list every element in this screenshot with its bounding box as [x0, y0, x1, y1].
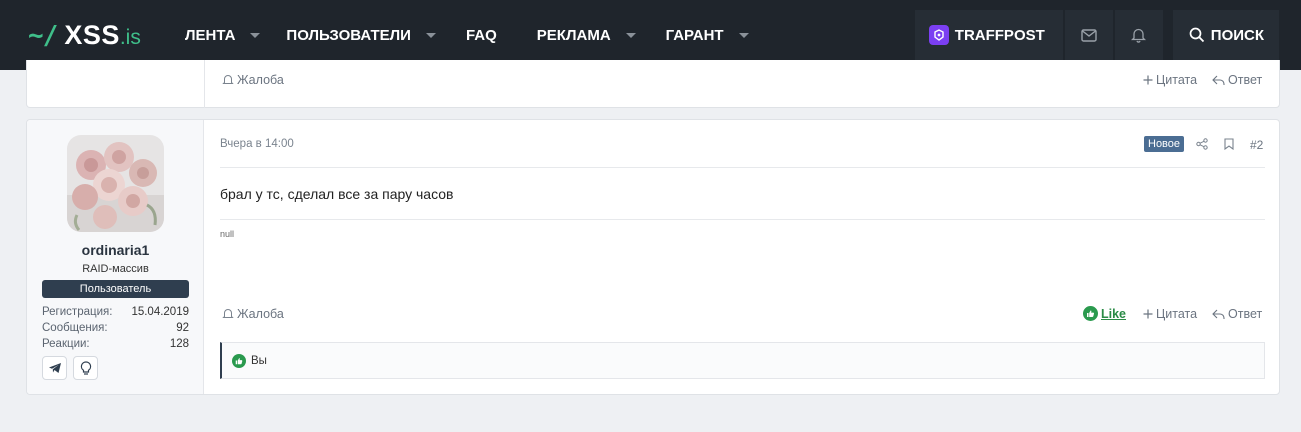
author-username[interactable]: ordinaria1: [27, 242, 204, 258]
navbar-right: TRAFFPOST ПОИСК: [914, 10, 1279, 60]
nav-item-label: ГАРАНТ: [665, 26, 724, 44]
reply-label: Ответ: [1228, 307, 1263, 321]
quote-label: Цитата: [1156, 73, 1198, 87]
stat-messages: Сообщения: 92: [42, 320, 189, 336]
sidebar-divider: [204, 60, 205, 108]
quote-button[interactable]: Цитата: [1143, 73, 1197, 87]
traffpost-icon: [928, 25, 949, 45]
new-badge: Новое: [1144, 136, 1185, 152]
bell-icon[interactable]: [1114, 10, 1163, 60]
reply-label: Ответ: [1228, 73, 1263, 87]
report-label: Жалоба: [237, 307, 284, 321]
bookmark-icon[interactable]: [1224, 137, 1234, 155]
stat-key: Сообщения:: [42, 322, 108, 334]
lightbulb-icon[interactable]: [73, 356, 98, 380]
reply-icon: [1212, 75, 1225, 85]
thumbs-up-icon: [232, 353, 246, 368]
post-message: брал у тс, сделал все за пару часов: [220, 186, 454, 202]
author-stats: Регистрация: 15.04.2019 Сообщения: 92 Ре…: [42, 304, 189, 352]
chevron-down-icon[interactable]: [625, 32, 636, 38]
reply-button[interactable]: Ответ: [1212, 73, 1262, 87]
reactions-text: Вы: [251, 354, 267, 367]
search-label: ПОИСК: [1210, 26, 1264, 44]
report-button[interactable]: Жалоба: [222, 307, 284, 321]
stat-reactions: Реакции: 128: [42, 336, 189, 352]
stat-value: 15.04.2019: [131, 306, 189, 318]
like-label: Like: [1101, 306, 1127, 321]
stat-key: Реакции:: [42, 338, 90, 350]
site-logo[interactable]: ~/ XSS .is: [28, 20, 176, 51]
search-icon: [1189, 27, 1204, 43]
post-card: ordinaria1 RAID-массив Пользователь Реги…: [26, 119, 1280, 395]
chevron-down-icon[interactable]: [425, 32, 436, 38]
bell-icon: [222, 309, 234, 318]
nav-item-label: РЕКЛАМА: [536, 26, 611, 44]
header-divider: [220, 167, 1265, 168]
reply-icon: [1212, 309, 1225, 319]
logo-tld: .is: [119, 25, 141, 49]
stat-registration: Регистрация: 15.04.2019: [42, 304, 189, 320]
post-signature: null: [220, 229, 235, 239]
logo-prefix: ~/: [28, 20, 58, 51]
telegram-icon[interactable]: [42, 356, 67, 380]
avatar[interactable]: [67, 135, 164, 232]
report-label: Жалоба: [237, 73, 284, 87]
post-date[interactable]: Вчера в 14:00: [220, 138, 294, 150]
like-button[interactable]: Like: [1083, 306, 1126, 321]
quote-button[interactable]: Цитата: [1143, 307, 1197, 321]
report-button[interactable]: Жалоба: [222, 73, 284, 87]
post-author-sidebar: ordinaria1 RAID-массив Пользователь Реги…: [27, 120, 204, 394]
stat-value: 128: [169, 338, 189, 350]
traffpost-link[interactable]: TRAFFPOST: [914, 10, 1063, 60]
plus-icon: [1143, 75, 1153, 85]
nav-item-label: ЛЕНТА: [185, 26, 236, 44]
plus-icon: [1143, 309, 1153, 319]
logo-name: XSS: [64, 19, 120, 50]
signature-divider: [220, 219, 1265, 220]
traffpost-label: TRAFFPOST: [954, 26, 1045, 44]
share-icon[interactable]: [1196, 137, 1208, 155]
stat-value: 92: [176, 322, 189, 334]
thumbs-up-icon: [1083, 306, 1098, 321]
author-title: RAID-массив: [82, 263, 149, 275]
chevron-down-icon[interactable]: [250, 32, 261, 38]
nav-item-label: FAQ: [465, 26, 497, 44]
previous-post-card: Жалоба Цитата Ответ: [26, 60, 1280, 108]
quote-label: Цитата: [1156, 307, 1198, 321]
chevron-down-icon[interactable]: [738, 32, 749, 38]
bell-icon: [222, 75, 234, 84]
post-number[interactable]: #2: [1250, 138, 1263, 152]
stat-key: Регистрация:: [42, 306, 113, 318]
reply-button[interactable]: Ответ: [1212, 307, 1262, 321]
search-button[interactable]: ПОИСК: [1172, 10, 1279, 60]
reactions-bar[interactable]: Вы: [220, 342, 1265, 379]
user-role-banner: Пользователь: [42, 280, 189, 298]
envelope-icon[interactable]: [1064, 10, 1113, 60]
nav-item-label: ПОЛЬЗОВАТЕЛИ: [286, 26, 411, 44]
